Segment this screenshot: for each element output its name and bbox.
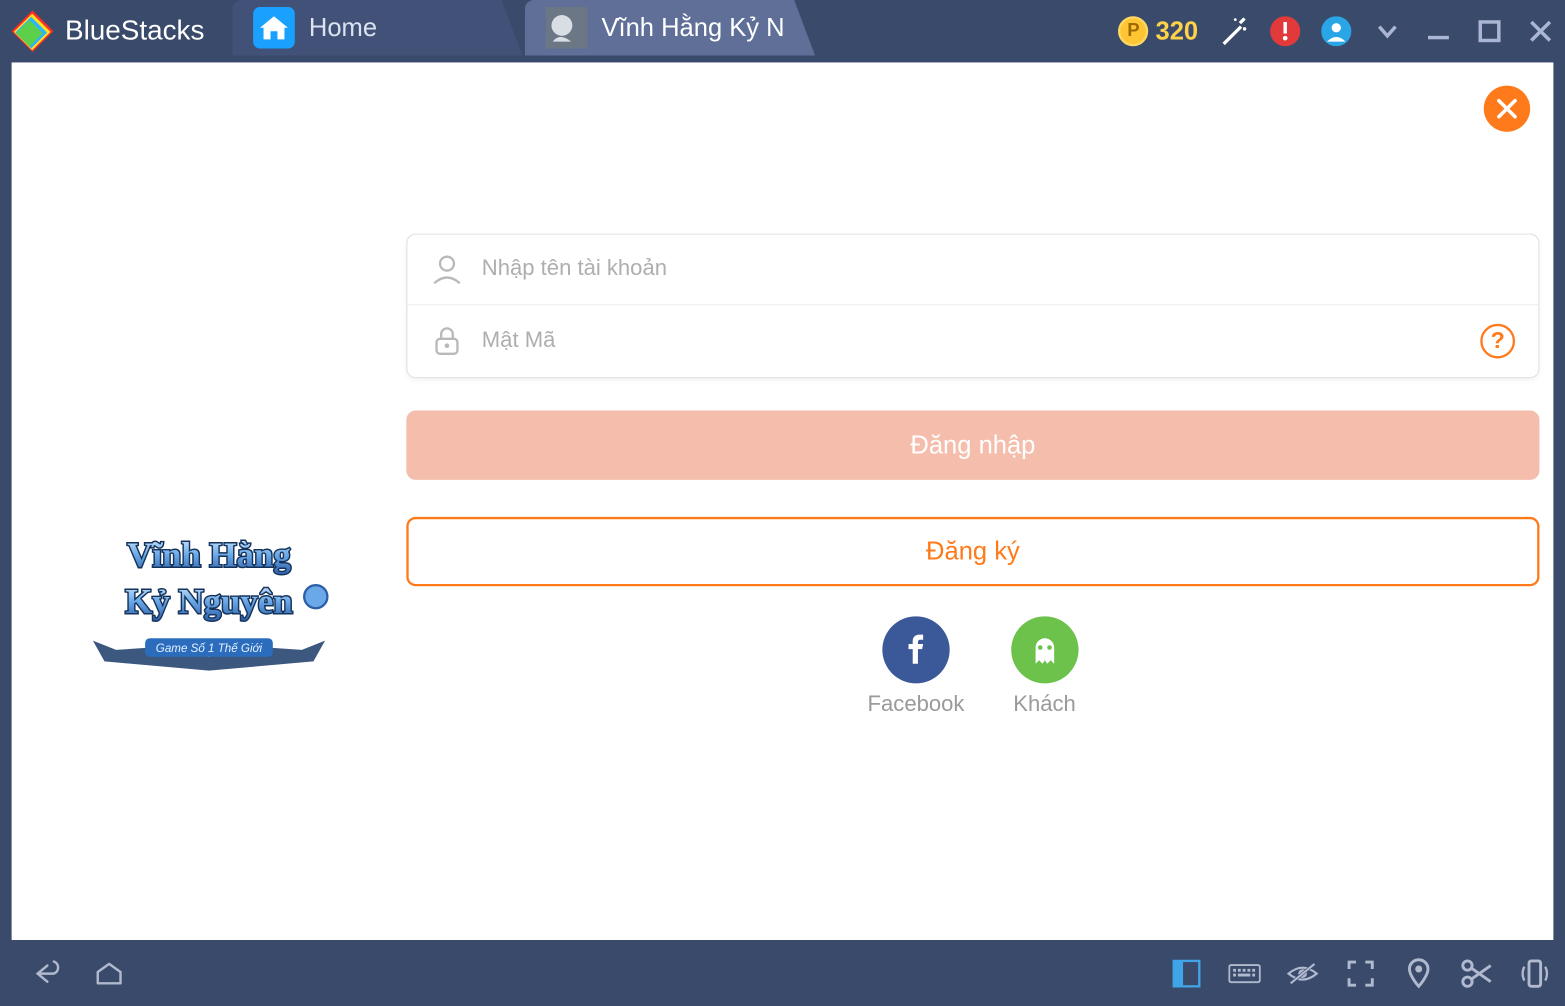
maximize-icon[interactable] [1474,16,1504,46]
window-titlebar: BlueStacks Home Vĩnh Hằng Kỷ N [0,0,1565,62]
password-field-row: ? [408,304,1539,377]
facebook-label: Facebook [868,693,965,717]
android-navbar [0,940,1565,1006]
login-form: ? Đăng nhập Đăng ký Facebook [406,234,1539,718]
tab-bar: Home Vĩnh Hằng Kỷ N [232,0,817,62]
username-input[interactable] [482,257,1515,282]
keyboard-icon[interactable] [1228,957,1261,989]
chevron-down-icon[interactable] [1372,16,1402,46]
location-icon[interactable] [1402,957,1435,989]
password-input[interactable] [482,328,1480,353]
game-tab-icon [546,7,588,49]
home-icon [253,7,295,49]
alert-icon[interactable] [1270,16,1300,46]
coin-icon: P [1118,16,1148,46]
guest-login[interactable]: Khách [1011,616,1078,718]
profile-icon[interactable] [1321,16,1351,46]
visibility-off-icon[interactable] [1286,957,1319,989]
minimize-icon[interactable] [1423,16,1453,46]
bluestacks-logo-icon [9,8,55,54]
close-overlay-button[interactable] [1484,86,1530,132]
guest-label: Khách [1013,693,1076,717]
login-button[interactable]: Đăng nhập [406,410,1539,479]
tab-label: Vĩnh Hằng Kỷ N [601,13,784,43]
sidebar-toggle-icon[interactable] [1170,957,1203,989]
login-button-label: Đăng nhập [910,430,1035,460]
svg-text:Game Số 1 Thế Giới: Game Số 1 Thế Giới [156,643,263,655]
svg-text:Vĩnh Hằng: Vĩnh Hằng [127,536,291,575]
ghost-icon [1011,616,1078,683]
password-help-button[interactable]: ? [1480,324,1515,359]
coin-balance[interactable]: P 320 [1118,16,1198,46]
user-icon [431,253,464,285]
tab-home[interactable]: Home [232,0,522,56]
app-viewport: Vĩnh Hằng Kỷ Nguyên Game Số 1 Thế Giới [12,62,1554,940]
close-icon[interactable] [1526,16,1556,46]
svg-text:Kỷ Nguyên: Kỷ Nguyên [125,582,292,621]
facebook-icon [882,616,949,683]
credential-field-group: ? [406,234,1539,379]
coin-count: 320 [1156,16,1199,46]
register-button[interactable]: Đăng ký [406,517,1539,586]
shake-icon[interactable] [1519,957,1552,989]
fullscreen-icon[interactable] [1344,957,1377,989]
social-login-row: Facebook Khách [406,616,1539,718]
lock-icon [431,325,464,357]
facebook-login[interactable]: Facebook [868,616,965,718]
app-name: BlueStacks [65,15,204,47]
register-button-label: Đăng ký [926,537,1020,567]
username-field-row [408,235,1539,304]
game-logo: Vĩnh Hằng Kỷ Nguyên Game Số 1 Thế Giới [81,513,336,652]
scissors-icon[interactable] [1461,957,1494,989]
wand-icon[interactable] [1219,16,1249,46]
tab-game[interactable]: Vĩnh Hằng Kỷ N [525,0,815,56]
window-controls: P 320 [1118,16,1555,46]
back-icon[interactable] [28,957,61,989]
tab-label: Home [309,13,377,43]
home-nav-icon[interactable] [93,957,126,989]
